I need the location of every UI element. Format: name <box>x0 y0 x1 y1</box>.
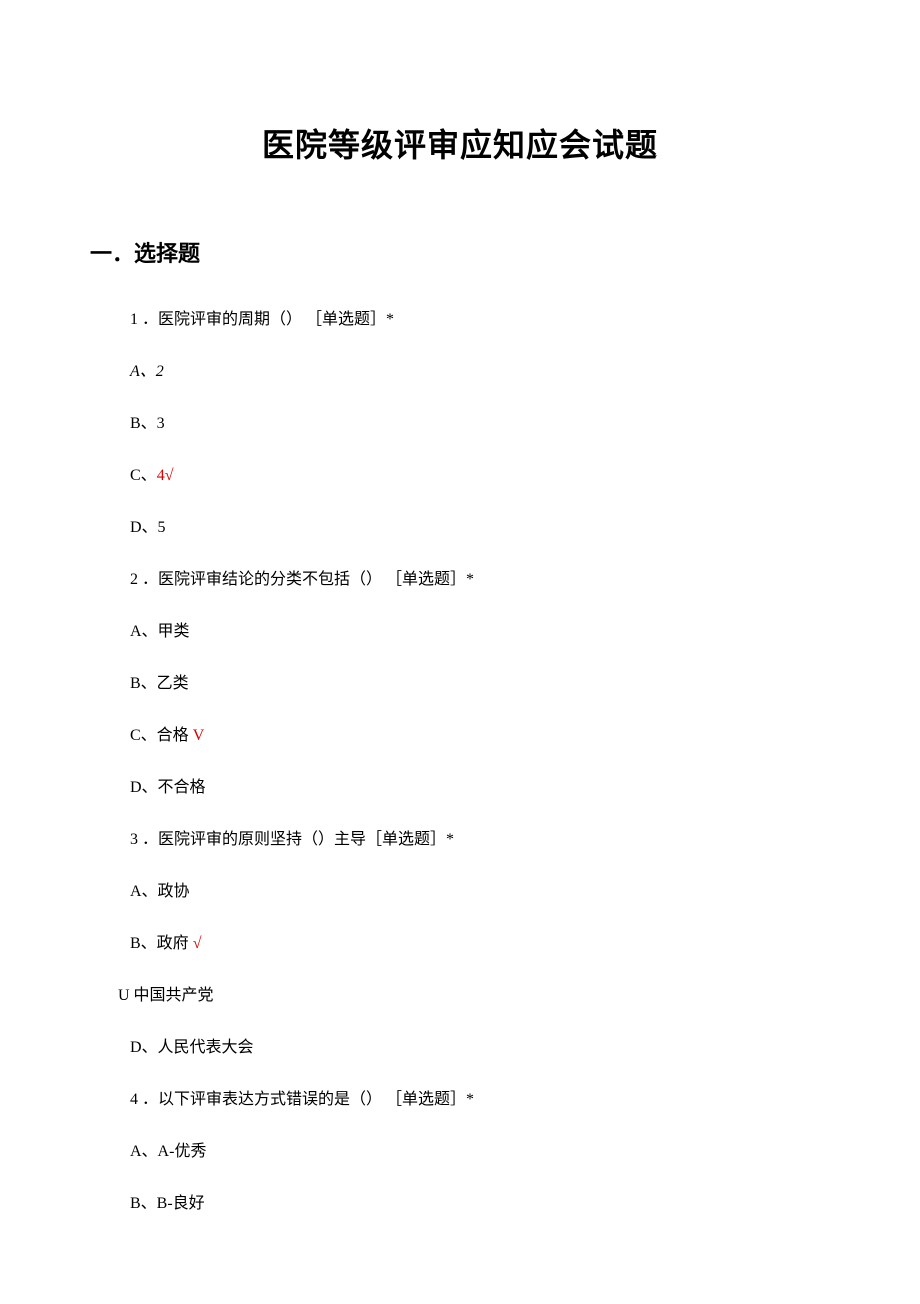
question-1-option-d: D、5 <box>130 516 830 540</box>
document-title: 医院等级评审应知应会试题 <box>90 120 830 166</box>
option-letter: A <box>130 363 140 380</box>
document-page: 医院等级评审应知应会试题 一．选择题 1 ．医院评审的周期（） ［单选题］* A… <box>0 0 920 1304</box>
question-3-option-a: A、政协 <box>130 880 830 904</box>
question-1-text: 1 ．医院评审的周期（） ［单选题］* <box>130 308 830 332</box>
correct-mark: V <box>193 727 205 744</box>
question-3-option-b: B、政府 √ <box>130 932 830 956</box>
question-1-option-c: C、4√ <box>130 464 830 488</box>
option-prefix: B、政府 <box>130 935 193 952</box>
option-value: 2 <box>156 363 164 380</box>
question-block: 1 ．医院评审的周期（） ［单选题］* A、2 B、3 C、4√ D、5 2 ．… <box>90 308 830 1216</box>
question-1-option-a: A、2 <box>130 360 830 384</box>
question-2-option-d: D、不合格 <box>130 776 830 800</box>
question-2-option-b: B、乙类 <box>130 672 830 696</box>
question-1-option-b: B、3 <box>130 412 830 436</box>
question-3-option-c: U 中国共产党 <box>118 984 830 1008</box>
question-2-text: 2 ．医院评审结论的分类不包括（） ［单选题］* <box>130 568 830 592</box>
question-3-option-d: D、人民代表大会 <box>130 1036 830 1060</box>
question-4-text: 4 ．以下评审表达方式错误的是（） ［单选题］* <box>130 1088 830 1112</box>
question-2-option-a: A、甲类 <box>130 620 830 644</box>
option-separator: 、 <box>140 363 156 380</box>
option-prefix: C、合格 <box>130 727 193 744</box>
question-4-option-b: B、B-良好 <box>130 1192 830 1216</box>
correct-mark: √ <box>193 935 202 952</box>
correct-mark: 4√ <box>157 467 174 484</box>
question-3-text: 3 ．医院评审的原则坚持（）主导［单选题］* <box>130 828 830 852</box>
option-prefix: C、 <box>130 467 157 484</box>
section-header: 一．选择题 <box>90 236 830 268</box>
question-2-option-c: C、合格 V <box>130 724 830 748</box>
question-4-option-a: A、A-优秀 <box>130 1140 830 1164</box>
